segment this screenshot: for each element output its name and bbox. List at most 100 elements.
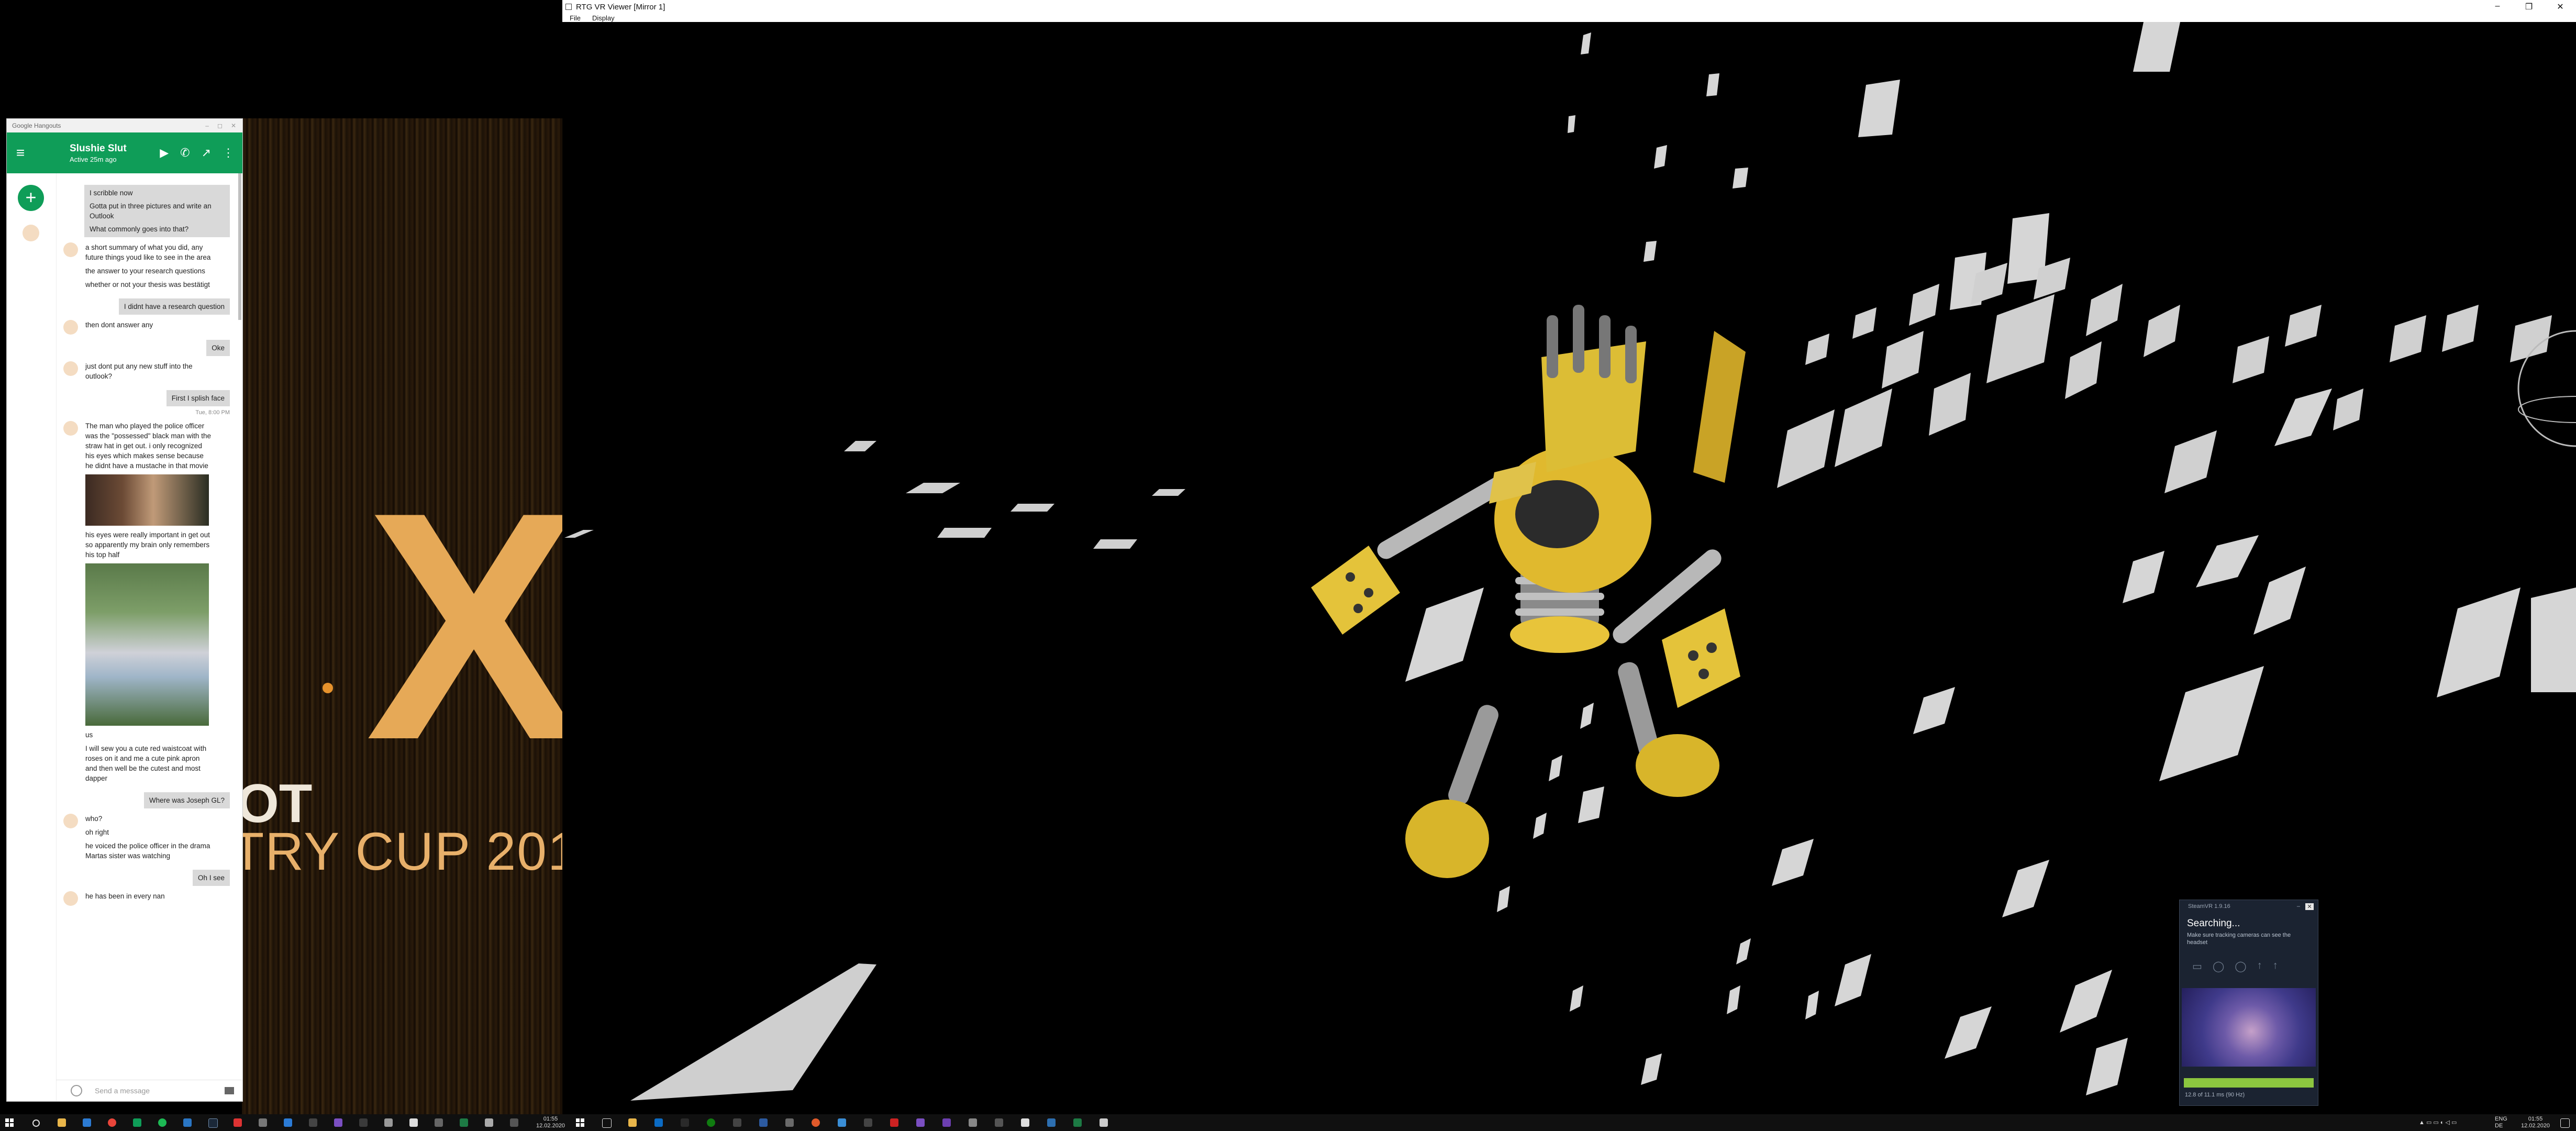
minimize-icon[interactable]: – — [205, 122, 209, 129]
hamburger-menu-icon[interactable]: ≡ — [7, 145, 34, 161]
more-options-icon[interactable]: ⋮ — [223, 146, 234, 160]
app-icon-36[interactable] — [1100, 1118, 1108, 1127]
close-icon[interactable]: ✕ — [231, 122, 236, 129]
visual-studio-icon[interactable] — [334, 1118, 342, 1127]
conversation-thread[interactable]: I scribble now Gotta put in three pictur… — [63, 185, 230, 1051]
language-indicator[interactable]: ENG DE — [2495, 1116, 2507, 1129]
app-icon-29[interactable] — [916, 1118, 925, 1127]
app-icon-35[interactable] — [1073, 1118, 1082, 1127]
app-icon-11[interactable] — [309, 1118, 317, 1127]
app-icon-27[interactable] — [864, 1118, 872, 1127]
steamvr-close-icon[interactable]: ✕ — [2305, 903, 2314, 910]
chrome-icon[interactable] — [108, 1118, 116, 1127]
hangouts-titlebar: Google Hangouts – ◻ ✕ — [7, 119, 242, 132]
controller-right-icon[interactable]: ◯ — [2235, 960, 2246, 973]
excel-icon[interactable] — [460, 1118, 468, 1127]
start-button-secondary[interactable] — [576, 1118, 584, 1127]
search-icon[interactable] — [32, 1119, 40, 1127]
outlook-icon[interactable] — [654, 1118, 663, 1127]
message-text: I will sew you a cute red waistcoat with… — [85, 745, 207, 782]
close-button[interactable]: ✕ — [2545, 2, 2576, 12]
edge-browser-icon[interactable] — [83, 1118, 91, 1127]
frame-timing-bar — [2184, 1078, 2314, 1088]
phone-call-icon[interactable]: ✆ — [180, 146, 190, 160]
menu-display[interactable]: Display — [592, 14, 615, 22]
app-icon-9[interactable] — [259, 1118, 267, 1127]
hangouts-taskbar-icon[interactable] — [133, 1118, 141, 1127]
app-icon-28[interactable] — [890, 1118, 898, 1127]
minimize-button[interactable]: – — [2482, 2, 2513, 12]
app-icon-34[interactable] — [1047, 1118, 1056, 1127]
taskbar-clock-right[interactable]: 01:55 12.02.2020 — [2521, 1116, 2550, 1129]
controller-left-icon[interactable]: ◯ — [2213, 960, 2224, 973]
popout-icon[interactable]: ◻ — [217, 122, 223, 129]
app-icon-31[interactable] — [969, 1118, 977, 1127]
app-icon-30[interactable] — [942, 1118, 951, 1127]
app-icon-18[interactable] — [485, 1118, 493, 1127]
grey-streaks — [564, 441, 1185, 1101]
taskbar: 01:55 12.02.2020 ▲ ▭ ▭ ◐ ◁ ▭ ENG DE 01:5… — [0, 1114, 2576, 1131]
maximize-button[interactable]: ❐ — [2513, 2, 2545, 12]
contact-name[interactable]: Slushie Slut — [70, 143, 127, 154]
headset-icon[interactable]: ▭ — [2192, 960, 2202, 973]
conversation-avatar[interactable] — [23, 225, 39, 241]
message-text: What commonly goes into that? — [90, 225, 189, 233]
message-input[interactable]: Send a message — [95, 1086, 150, 1095]
file-explorer-icon-2[interactable] — [628, 1118, 637, 1127]
app-icon-32[interactable] — [995, 1118, 1003, 1127]
message-text: who? — [85, 815, 103, 823]
start-button[interactable] — [5, 1118, 14, 1127]
app-icon-20[interactable] — [681, 1118, 689, 1127]
conversation-scrollbar[interactable] — [238, 173, 241, 320]
emoji-icon[interactable] — [71, 1085, 82, 1096]
message-outgoing: First I splish face — [166, 390, 230, 406]
base-station-icon[interactable]: ↑ — [2257, 960, 2262, 973]
app-icon-19[interactable] — [510, 1118, 518, 1127]
message-composer: Send a message — [56, 1080, 242, 1101]
message-timestamp: Tue, 8:00 PM — [195, 409, 230, 416]
xbox-icon[interactable] — [707, 1118, 715, 1127]
app-icon-33[interactable] — [1021, 1118, 1029, 1127]
steam-icon[interactable] — [208, 1118, 218, 1128]
app-icon-14[interactable] — [384, 1118, 393, 1127]
message-text: just dont put any new stuff into the out… — [85, 362, 193, 380]
task-view-icon[interactable] — [602, 1118, 612, 1128]
message-incoming: who? oh right he voiced the police offic… — [63, 814, 230, 864]
app-icon-24[interactable] — [785, 1118, 794, 1127]
message-text: he voiced the police officer in the dram… — [85, 842, 210, 860]
video-call-icon[interactable]: ▶ — [160, 146, 169, 160]
popout-arrow-icon[interactable]: ↗ — [202, 146, 211, 160]
contact-avatar — [63, 814, 78, 828]
taskbar-clock-left[interactable]: 01:55 12.02.2020 — [536, 1116, 565, 1129]
steamvr-minimize-icon[interactable]: – — [2297, 903, 2300, 910]
app-icon-13[interactable] — [359, 1118, 368, 1127]
message-text: his eyes were really important in get ou… — [85, 531, 210, 559]
menu-file[interactable]: File — [570, 14, 581, 22]
notepad-icon[interactable] — [409, 1118, 418, 1127]
contact-avatar — [63, 242, 78, 257]
app-icon-26[interactable] — [838, 1118, 846, 1127]
app-icon-25[interactable] — [812, 1118, 820, 1127]
hangouts-sidebar: + — [7, 173, 57, 1101]
file-explorer-icon[interactable] — [58, 1118, 66, 1127]
new-conversation-button[interactable]: + — [18, 185, 44, 211]
hangouts-window: Google Hangouts – ◻ ✕ ≡ Slushie Slut Act… — [6, 118, 243, 1102]
app-icon-16[interactable] — [435, 1118, 443, 1127]
contact-avatar — [63, 320, 78, 335]
system-tray[interactable]: ▲ ▭ ▭ ◐ ◁ ▭ — [2419, 1119, 2457, 1126]
contact-avatar — [63, 891, 78, 906]
app-icon — [565, 4, 572, 10]
steamvr-titlebar: SteamVR 1.9.16 – ✕ — [2180, 900, 2318, 913]
app-icon-8[interactable] — [234, 1118, 242, 1127]
shared-photo[interactable] — [85, 474, 209, 526]
app-icon-22[interactable] — [733, 1118, 741, 1127]
app-icon-6[interactable] — [183, 1118, 192, 1127]
app-icon-10[interactable] — [284, 1118, 292, 1127]
notifications-icon[interactable] — [2560, 1118, 2570, 1128]
spotify-icon[interactable] — [158, 1118, 166, 1127]
message-text: us — [85, 731, 93, 739]
app-icon-23[interactable] — [759, 1118, 768, 1127]
attach-image-icon[interactable] — [225, 1087, 234, 1094]
shared-photo[interactable] — [85, 563, 209, 726]
tracker-icon[interactable]: ↑ — [2273, 960, 2278, 973]
